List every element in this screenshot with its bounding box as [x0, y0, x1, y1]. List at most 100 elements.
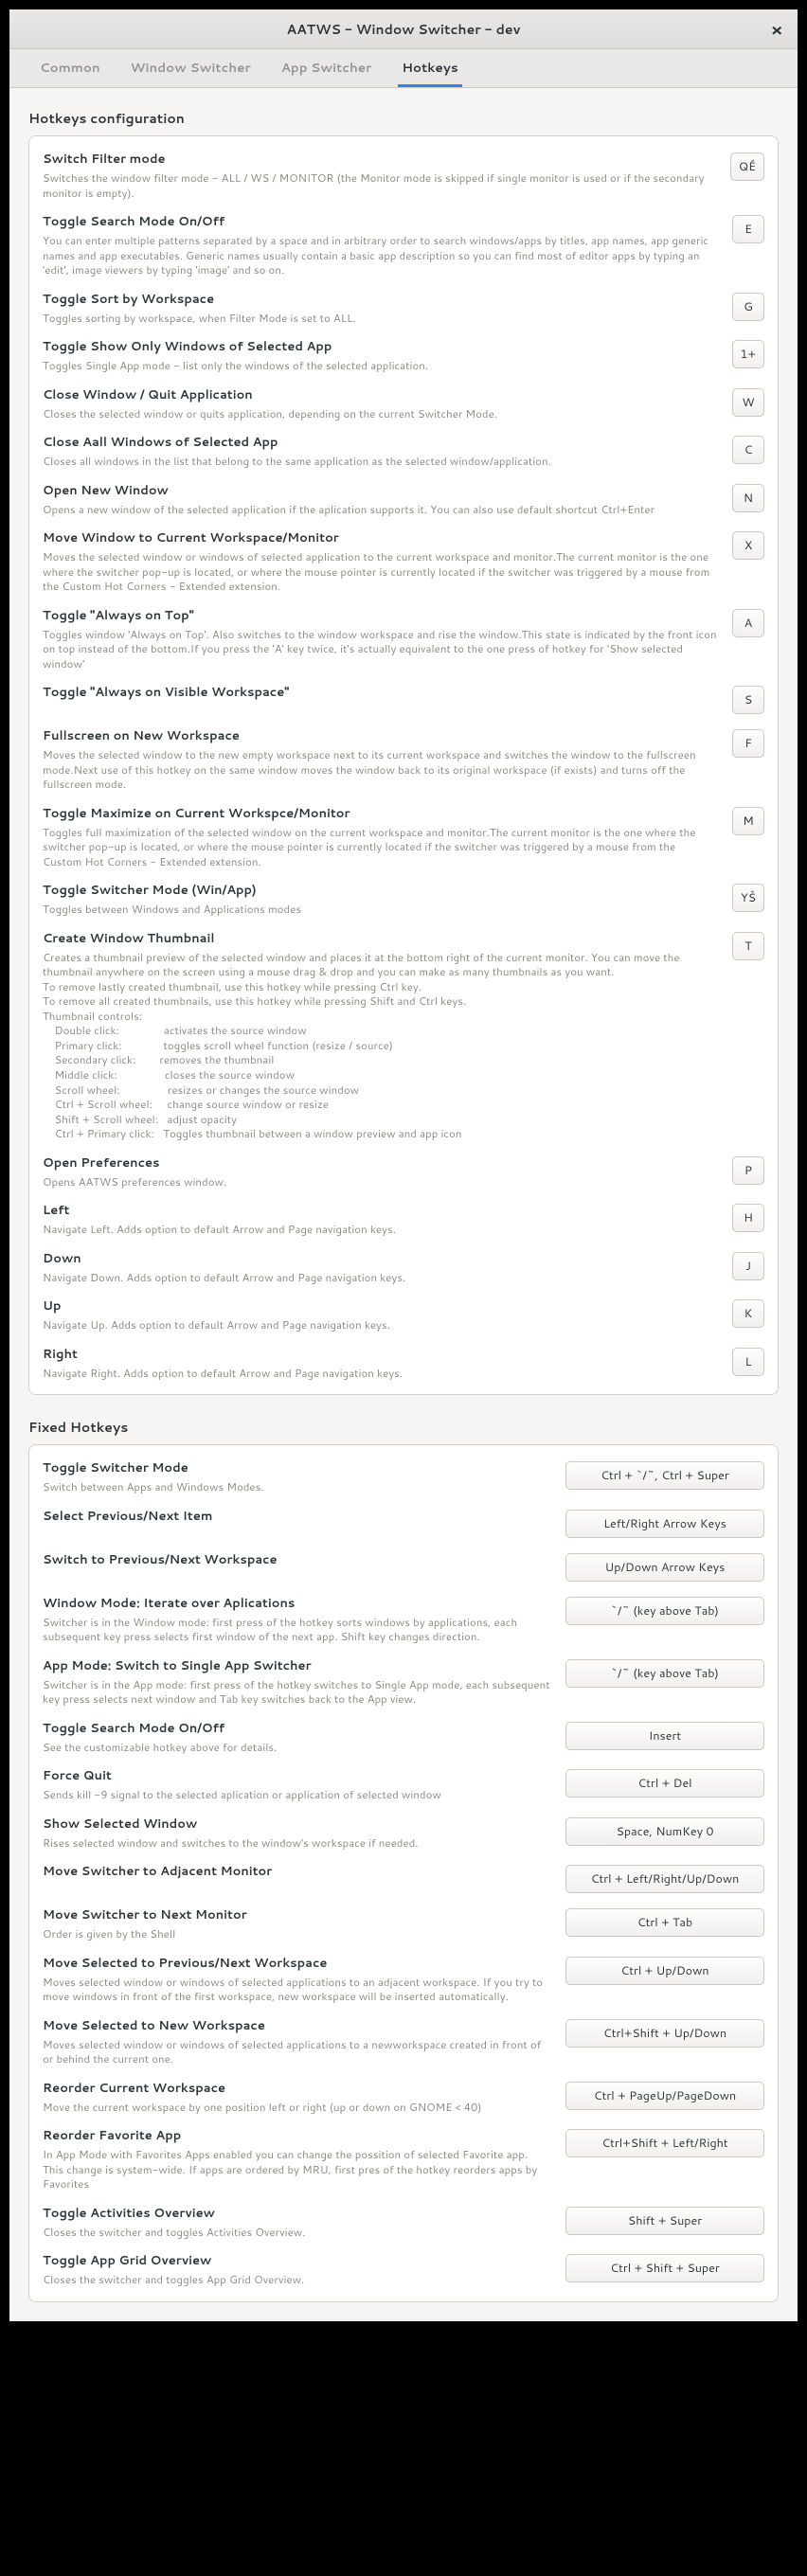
hotkey-key-button[interactable]: J	[732, 1252, 764, 1280]
hotkey-title: Toggle Search Mode On/Off	[43, 213, 717, 230]
hotkey-desc: You can enter multiple patterns separate…	[43, 233, 717, 277]
hotkey-row: RightNavigate Right. Adds option to defa…	[29, 1339, 778, 1387]
fixed-hotkey-title: Toggle Search Mode On/Off	[43, 1720, 550, 1737]
fixed-hotkey-title: Select Previous/Next Item	[43, 1508, 550, 1525]
fixed-hotkey-title: App Mode: Switch to Single App Switcher	[43, 1657, 550, 1674]
hotkey-key-button[interactable]: N	[732, 484, 764, 512]
close-button[interactable]: ×	[765, 18, 788, 41]
hotkey-row: Open PreferencesOpens AATWS preferences …	[29, 1148, 778, 1196]
hotkey-key-button[interactable]: K	[732, 1299, 764, 1328]
hotkey-row: Toggle Sort by Workspace Toggles sorting …	[29, 284, 778, 332]
fixed-hotkey-key: Ctrl + Tab	[565, 1908, 764, 1937]
hotkey-key-button[interactable]: X	[732, 531, 764, 560]
hotkey-key-button[interactable]: H	[732, 1204, 764, 1232]
fixed-hotkey-text: Toggle Activities OverviewCloses the swi…	[43, 2205, 550, 2240]
fixed-hotkey-title: Toggle Switcher Mode	[43, 1459, 550, 1476]
fixed-hotkey-title: Move Selected to Previous/Next Workspace	[43, 1955, 550, 1972]
hotkey-key-button[interactable]: C	[732, 436, 764, 464]
fixed-hotkey-text: Select Previous/Next Item	[43, 1508, 550, 1528]
hotkey-title: Toggle "Always on Visible Workspace"	[43, 684, 717, 701]
hotkey-text: Close Window / Quit ApplicationCloses th…	[43, 386, 717, 421]
fixed-hotkey-text: Reorder Favorite AppIn App Mode with Fav…	[43, 2127, 550, 2191]
fixed-hotkey-text: Window Mode: Iterate over AplicationsSwi…	[43, 1595, 550, 1644]
tab-common[interactable]: Common	[36, 49, 104, 87]
hotkey-row: Toggle "Always on Visible Workspace" S	[29, 677, 778, 721]
hotkey-text: Toggle "Always on Top"Toggles window 'Al…	[43, 607, 717, 671]
fixed-hotkey-key: Ctrl+Shift + Left/Right	[565, 2129, 764, 2157]
fixed-hotkeys-card: Toggle Switcher ModeSwitch between Apps …	[28, 1444, 779, 2302]
hotkey-key-button[interactable]: M	[732, 807, 764, 835]
hotkey-key-button[interactable]: L	[732, 1348, 764, 1376]
fixed-hotkey-row: Move Selected to Previous/Next Workspace…	[29, 1948, 778, 2011]
window-title: AATWS - Window Switcher - dev	[287, 20, 521, 39]
hotkey-key-button[interactable]: F	[732, 729, 764, 758]
hotkey-desc: Toggles Single App mode - list only the …	[43, 358, 717, 373]
hotkey-title: Up	[43, 1297, 717, 1315]
hotkey-desc: Navigate Left. Adds option to default Ar…	[43, 1222, 717, 1237]
titlebar: AATWS - Window Switcher - dev ×	[9, 9, 798, 49]
fixed-hotkey-key: `/~ (key above Tab)	[565, 1659, 764, 1688]
hotkey-desc: Closes the selected window or quits appl…	[43, 406, 717, 421]
hotkey-key-button[interactable]: QÉ	[730, 152, 764, 181]
section-title-config: Hotkeys configuration	[28, 109, 779, 128]
hotkey-title: Switch Filter mode	[43, 151, 715, 168]
fixed-hotkey-desc: Moves selected window or windows of sele…	[43, 2037, 550, 2066]
fixed-hotkey-desc: Move the current workspace by one positi…	[43, 2100, 550, 2115]
hotkey-row: Switch Filter mode Switches the window fi…	[29, 144, 778, 206]
hotkey-text: RightNavigate Right. Adds option to defa…	[43, 1346, 717, 1381]
hotkey-row: Toggle Show Only Windows of Selected App…	[29, 331, 778, 380]
fixed-hotkey-desc: Rises selected window and switches to th…	[43, 1835, 550, 1851]
hotkey-text: Open New WindowOpens a new window of the…	[43, 482, 717, 517]
hotkey-key-button[interactable]: T	[732, 932, 764, 960]
hotkey-key-button[interactable]: S	[732, 686, 764, 714]
hotkey-desc: Navigate Down. Adds option to default Ar…	[43, 1270, 717, 1285]
fixed-hotkey-title: Force Quit	[43, 1767, 550, 1784]
hotkey-key-button[interactable]: W	[732, 388, 764, 417]
fixed-hotkey-row: Toggle App Grid OverviewCloses the switc…	[29, 2245, 778, 2294]
hotkey-row: Open New WindowOpens a new window of the…	[29, 475, 778, 524]
hotkey-key-button[interactable]: E	[732, 215, 764, 243]
hotkey-desc: Toggles sorting by workspace, when Filte…	[43, 311, 717, 326]
fixed-hotkey-text: App Mode: Switch to Single App SwitcherS…	[43, 1657, 550, 1707]
hotkey-title: Down	[43, 1250, 717, 1267]
hotkey-key-button[interactable]: YŠ	[732, 884, 764, 912]
tab-hotkeys[interactable]: Hotkeys	[398, 49, 461, 87]
hotkey-row: Toggle Switcher Mode (Win/App)Toggles be…	[29, 875, 778, 923]
fixed-hotkey-key: Space, NumKey 0	[565, 1817, 764, 1846]
hotkey-desc: Switches the window filter mode - ALL / …	[43, 170, 715, 200]
hotkey-title: Close Aall Windows of Selected App	[43, 434, 717, 451]
hotkey-key-button[interactable]: 1+	[732, 340, 764, 368]
fixed-hotkey-text: Force Quit Sends kill -9 signal to the se…	[43, 1767, 550, 1802]
hotkey-title: Move Window to Current Workspace/Monitor	[43, 529, 717, 546]
hotkey-text: Move Window to Current Workspace/Monitor…	[43, 529, 717, 594]
fixed-hotkey-desc: Switcher is in the Window mode: first pr…	[43, 1615, 550, 1644]
tab-app-switcher[interactable]: App Switcher	[278, 49, 376, 87]
hotkey-desc: Creates a thumbnail preview of the selec…	[43, 950, 717, 1141]
fixed-hotkey-text: Toggle App Grid OverviewCloses the switc…	[43, 2252, 550, 2287]
hotkey-key-button[interactable]: P	[732, 1156, 764, 1185]
fixed-hotkey-row: Toggle Switcher ModeSwitch between Apps …	[29, 1453, 778, 1501]
hotkey-desc: Closes all windows in the list that belo…	[43, 454, 717, 469]
hotkey-desc: Navigate Up. Adds option to default Arro…	[43, 1317, 717, 1333]
hotkey-text: Open PreferencesOpens AATWS preferences …	[43, 1154, 717, 1190]
fixed-hotkey-desc: In App Mode with Favorites Apps enabled …	[43, 2147, 550, 2191]
fixed-hotkey-title: Show Selected Window	[43, 1816, 550, 1833]
fixed-hotkey-key: Insert	[565, 1722, 764, 1750]
fixed-hotkey-row: Reorder Favorite AppIn App Mode with Fav…	[29, 2120, 778, 2198]
hotkey-title: Toggle Sort by Workspace	[43, 291, 717, 308]
fixed-hotkey-key: Ctrl + Left/Right/Up/Down	[565, 1865, 764, 1893]
hotkey-title: Toggle Maximize on Current Workspce/Moni…	[43, 805, 717, 822]
hotkey-key-button[interactable]: G	[732, 293, 764, 321]
tab-window-switcher[interactable]: Window Switcher	[127, 49, 255, 87]
fixed-hotkey-row: Show Selected Window Rises selected windo…	[29, 1809, 778, 1857]
fixed-hotkey-desc: Moves selected window or windows of sele…	[43, 1975, 550, 2004]
hotkey-key-button[interactable]: A	[732, 609, 764, 637]
hotkey-title: Toggle Switcher Mode (Win/App)	[43, 882, 717, 899]
fixed-hotkey-row: Switch to Previous/Next WorkspaceUp/Down…	[29, 1545, 778, 1588]
fixed-hotkey-title: Move Switcher to Adjacent Monitor	[43, 1863, 550, 1880]
fixed-hotkey-row: Select Previous/Next ItemLeft/Right Arro…	[29, 1501, 778, 1545]
fixed-hotkey-key: Ctrl+Shift + Up/Down	[565, 2019, 764, 2048]
hotkey-row: Toggle Maximize on Current Workspce/Moni…	[29, 798, 778, 876]
fixed-hotkey-text: Switch to Previous/Next Workspace	[43, 1551, 550, 1571]
fixed-hotkey-desc: Sends kill -9 signal to the selected apl…	[43, 1787, 550, 1802]
